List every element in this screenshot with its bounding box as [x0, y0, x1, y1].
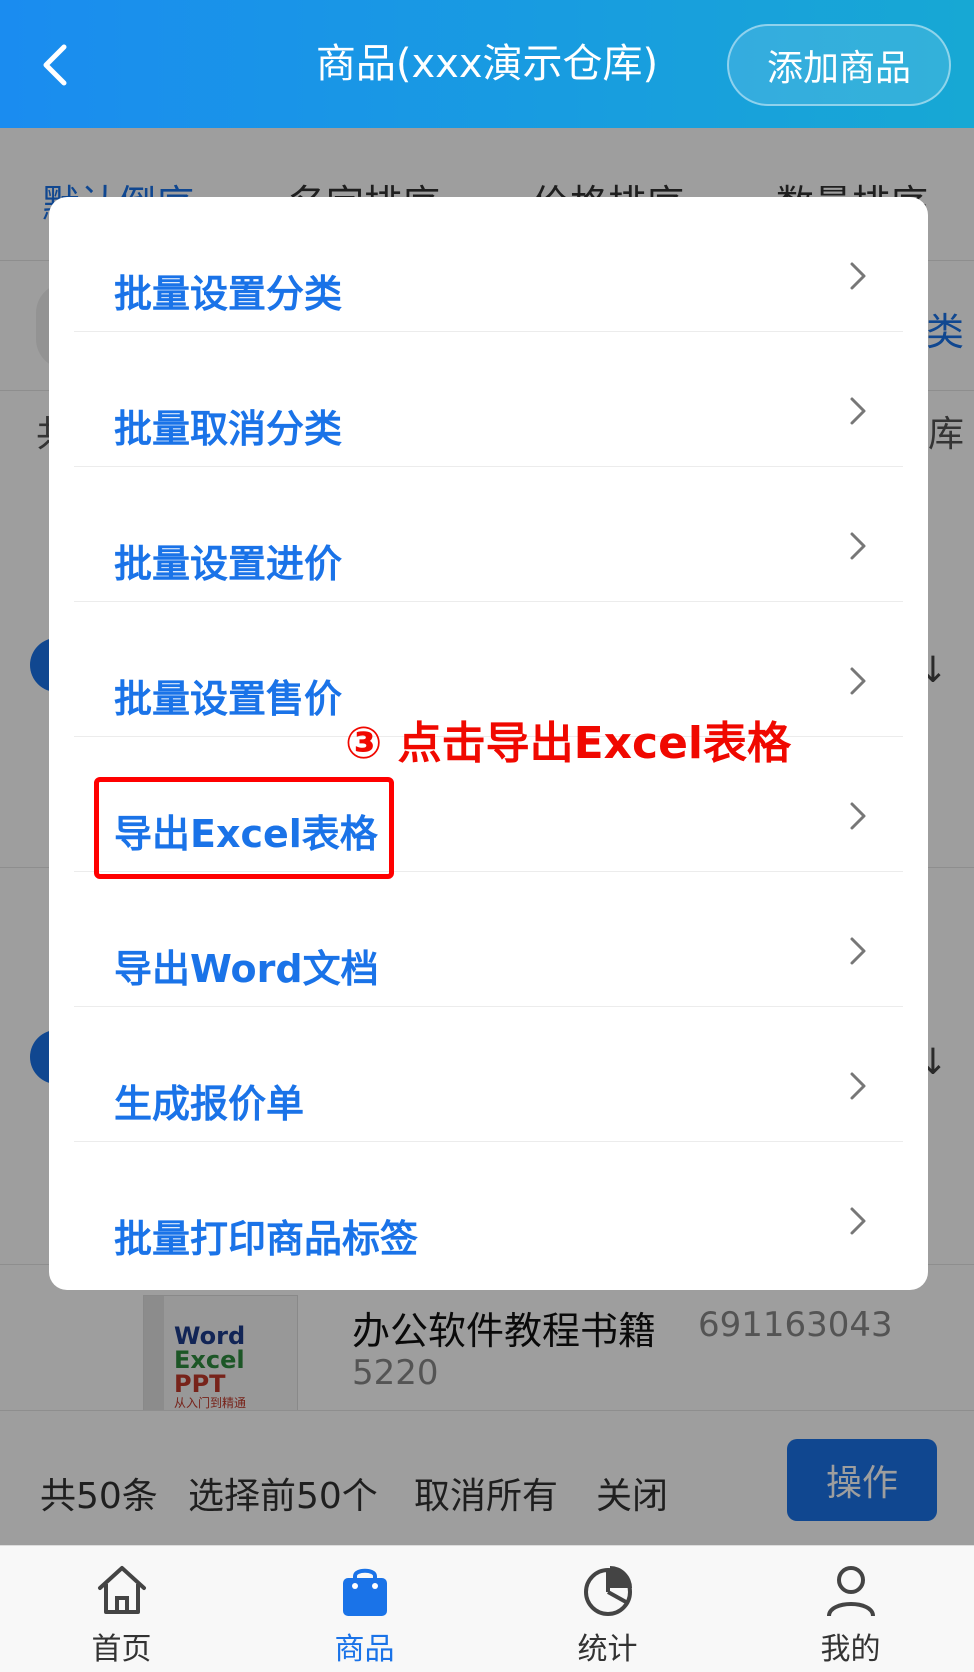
home-icon-wrap	[0, 1562, 243, 1622]
tab-home[interactable]: 首页	[0, 1546, 243, 1672]
app-header: 商品(xxx演示仓库) 添加商品	[0, 0, 974, 128]
highlight-box	[94, 777, 394, 879]
chevron-right-icon	[850, 532, 866, 560]
shopping-bag-icon-wrap	[243, 1562, 486, 1622]
user-icon-wrap	[729, 1562, 972, 1622]
tab-products[interactable]: 商品	[243, 1546, 486, 1672]
home-icon	[97, 1566, 146, 1614]
bottom-tab-bar: 首页 商品 统计 我的	[0, 1545, 974, 1672]
pie-chart-icon-wrap	[486, 1562, 729, 1622]
menu-item-label: 批量设置售价	[114, 677, 343, 721]
chevron-right-icon	[850, 937, 866, 965]
pie-chart-icon	[583, 1566, 632, 1616]
chevron-right-icon	[850, 262, 866, 290]
add-product-button[interactable]: 添加商品	[727, 24, 951, 106]
user-icon	[826, 1566, 875, 1617]
menu-item-label: 批量设置分类	[114, 272, 343, 316]
tab-statistics[interactable]: 统计	[486, 1546, 729, 1672]
menu-item-batch-cancel-category[interactable]: 批量取消分类	[74, 332, 903, 467]
chevron-right-icon	[850, 1207, 866, 1235]
tab-label: 首页	[91, 1632, 152, 1667]
menu-item-generate-quote[interactable]: 生成报价单	[74, 1007, 903, 1142]
menu-item-label: 导出Word文档	[114, 947, 379, 991]
chevron-right-icon	[850, 397, 866, 425]
menu-item-batch-print-labels[interactable]: 批量打印商品标签	[74, 1142, 903, 1277]
chevron-right-icon	[850, 1072, 866, 1100]
menu-item-label: 生成报价单	[114, 1082, 305, 1126]
menu-item-label: 批量打印商品标签	[114, 1217, 419, 1261]
menu-item-batch-set-category[interactable]: 批量设置分类	[74, 197, 903, 332]
tab-mine[interactable]: 我的	[729, 1546, 972, 1672]
menu-item-export-word[interactable]: 导出Word文档	[74, 872, 903, 1007]
menu-item-label: 批量设置进价	[114, 542, 343, 586]
tab-label: 商品	[334, 1632, 395, 1667]
shopping-bag-icon	[342, 1568, 387, 1616]
batch-action-menu: 批量设置分类 批量取消分类 批量设置进价 批量设置售价 导出Excel表格 导出…	[49, 197, 928, 1290]
chevron-right-icon	[850, 667, 866, 695]
chevron-right-icon	[850, 802, 866, 830]
menu-item-batch-set-cost[interactable]: 批量设置进价	[74, 467, 903, 602]
menu-item-label: 批量取消分类	[114, 407, 343, 451]
tab-label: 统计	[577, 1632, 638, 1667]
annotation-text: ③ 点击导出Excel表格	[345, 718, 792, 769]
tab-label: 我的	[820, 1632, 881, 1667]
